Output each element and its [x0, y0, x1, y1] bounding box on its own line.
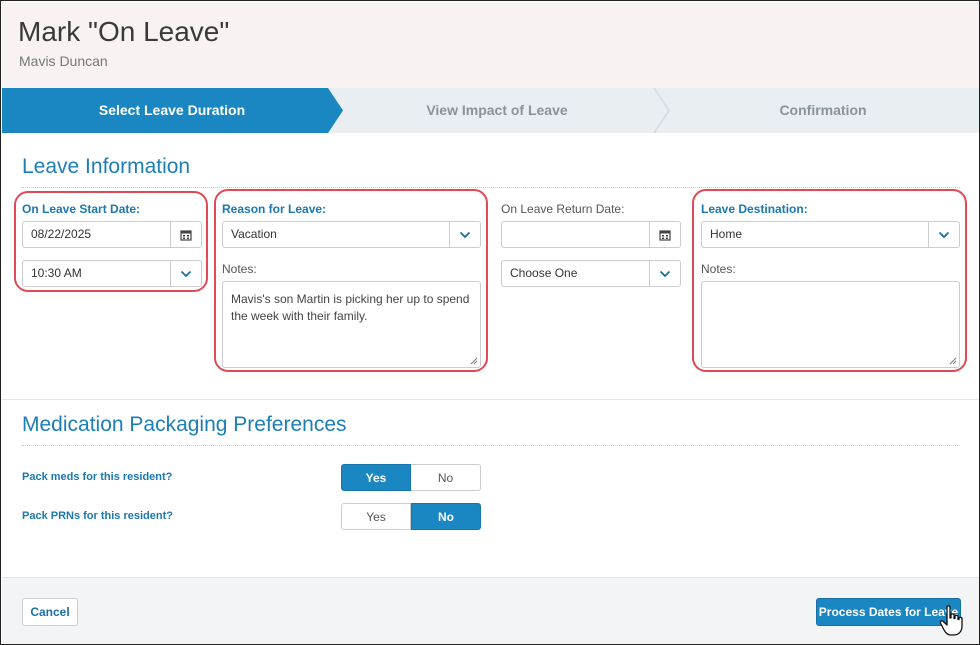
start-time-select[interactable]: 10:30 AM: [22, 260, 202, 287]
destination-notes-textarea[interactable]: [701, 281, 960, 368]
destination-select[interactable]: Home: [701, 221, 960, 248]
step-label-1: Select Leave Duration: [98, 102, 246, 118]
return-time-value: Choose One: [510, 266, 578, 280]
step-confirmation[interactable]: Confirmation: [667, 102, 979, 118]
calendar-icon[interactable]: [170, 222, 201, 247]
chevron-down-icon[interactable]: [449, 222, 480, 247]
return-date-label: On Leave Return Date:: [501, 202, 625, 216]
modal-footer: Cancel Process Dates for Leave: [2, 577, 979, 644]
calendar-icon[interactable]: [649, 222, 680, 247]
pack-prns-label: Pack PRNs for this resident?: [22, 510, 173, 522]
destination-value: Home: [710, 227, 743, 241]
pack-meds-label: Pack meds for this resident?: [22, 471, 173, 483]
pack-meds-toggle: Yes No: [341, 464, 481, 491]
resize-grip-icon[interactable]: [949, 357, 957, 365]
divider: [22, 187, 960, 188]
pack-meds-yes-button[interactable]: Yes: [341, 464, 411, 491]
chevron-down-icon[interactable]: [649, 261, 680, 286]
med-packaging-title: Medication Packaging Preferences: [22, 413, 347, 436]
chevron-down-icon[interactable]: [170, 261, 201, 286]
reason-notes-label: Notes:: [222, 262, 257, 276]
hand-pointer-icon: [939, 605, 963, 636]
pack-prns-no-button[interactable]: No: [411, 503, 481, 530]
modal-header: Mark "On Leave" Mavis Duncan: [2, 2, 979, 88]
resident-name: Mavis Duncan: [19, 53, 108, 69]
return-time-select[interactable]: Choose One: [501, 260, 681, 287]
step-view-impact-of-leave[interactable]: View Impact of Leave: [347, 102, 647, 118]
divider: [22, 445, 960, 446]
leave-information-title: Leave Information: [22, 155, 191, 178]
start-date-value: 08/22/2025: [31, 227, 92, 241]
reason-notes-value: Mavis's son Martin is picking her up to …: [231, 292, 470, 323]
resize-grip-icon[interactable]: [470, 357, 478, 365]
pack-meds-no-button[interactable]: No: [411, 464, 481, 491]
return-date-input[interactable]: [501, 221, 681, 248]
start-date-label: On Leave Start Date:: [22, 202, 141, 216]
cancel-button[interactable]: Cancel: [22, 598, 78, 626]
section-divider: [2, 399, 979, 400]
destination-label: Leave Destination:: [701, 202, 808, 216]
start-date-input[interactable]: 08/22/2025: [22, 221, 202, 248]
reason-select[interactable]: Vacation: [222, 221, 481, 248]
modal-window: Mark "On Leave" Mavis Duncan Select Leav…: [0, 0, 980, 645]
start-time-value: 10:30 AM: [31, 266, 82, 280]
reason-value: Vacation: [231, 227, 277, 241]
reason-label: Reason for Leave:: [222, 202, 327, 216]
page-title: Mark "On Leave": [18, 16, 230, 47]
wizard-steps: Select Leave Duration View Impact of Lea…: [2, 88, 979, 133]
destination-notes-label: Notes:: [701, 262, 736, 276]
reason-notes-textarea[interactable]: Mavis's son Martin is picking her up to …: [222, 281, 481, 368]
chevron-down-icon[interactable]: [928, 222, 959, 247]
pack-prns-yes-button[interactable]: Yes: [341, 503, 411, 530]
pack-prns-toggle: Yes No: [341, 503, 481, 530]
